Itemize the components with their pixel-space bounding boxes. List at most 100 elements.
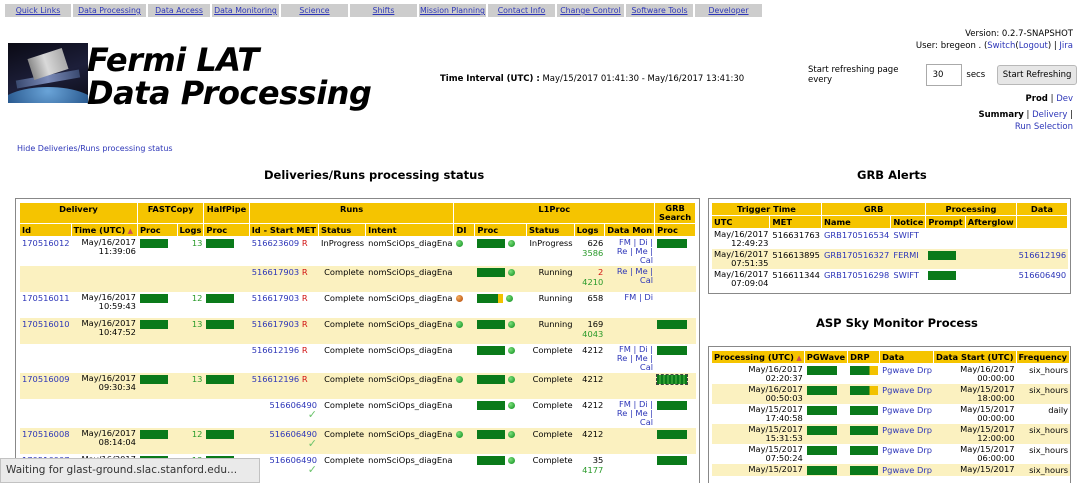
grb-data-link[interactable]	[1016, 229, 1069, 249]
delivery-id-link[interactable]: 170516012	[20, 237, 72, 266]
data-mon-links[interactable]	[605, 373, 656, 399]
delivery-time: May/16/2017 08:14:04	[71, 428, 138, 454]
grb-data-link[interactable]: 516612196	[1016, 249, 1069, 269]
delivery-id-link[interactable]	[20, 266, 72, 292]
fastcopy-logs-link[interactable]: 12	[177, 428, 205, 454]
column-header-row: Id Time (UTC) ▲ Proc Logs Proc Id - Start MET…	[20, 224, 696, 237]
fastcopy-logs-link[interactable]	[177, 266, 205, 292]
grb-search-cell	[655, 344, 696, 373]
grb-data-link[interactable]: 516606490	[1016, 269, 1069, 289]
nav-contact-info[interactable]: Contact Info	[488, 4, 557, 17]
fastcopy-logs-link[interactable]: 13	[177, 318, 205, 344]
asp-data-links[interactable]: Pgwave Drp	[880, 444, 935, 464]
run-id-link[interactable]: 516612196	[252, 345, 300, 355]
fastcopy-logs-link[interactable]	[177, 344, 205, 373]
asp-column-header: PGWave	[804, 351, 849, 364]
run-intent: nomSciOps_diagEna	[366, 237, 455, 266]
data-mon-links[interactable]: FM | Di | Re | Me | Cal	[605, 237, 656, 266]
fastcopy-logs-link[interactable]: 12	[177, 292, 205, 318]
l1proc-logs-link[interactable]: 4212	[577, 345, 603, 355]
l1proc-logs-total[interactable]: 4043	[577, 329, 603, 339]
view-run-selection-link[interactable]: Run Selection	[1015, 122, 1073, 132]
grb-row: May/16/2017 07:09:04 516611344 GRB17051629…	[712, 269, 1069, 289]
l1proc-logs-link[interactable]: 626	[577, 238, 603, 248]
start-refreshing-button[interactable]: Start Refreshing	[997, 65, 1077, 85]
nav-data-processing[interactable]: Data Processing	[73, 4, 148, 17]
asp-data-links[interactable]: Pgwave Drp	[880, 464, 935, 476]
nav-data-access[interactable]: Data Access	[148, 4, 212, 17]
grb-name-link[interactable]: GRB170516534	[821, 229, 892, 249]
l1proc-cell	[475, 266, 527, 292]
fastcopy-logs-link[interactable]: 13	[177, 373, 205, 399]
column-header: Intent	[366, 224, 455, 237]
data-mon-links[interactable]	[605, 454, 656, 480]
nav-data-monitoring[interactable]: Data Monitoring	[212, 4, 281, 17]
delivery-id-link[interactable]: 170516008	[20, 428, 72, 454]
delivery-id-link[interactable]: 170516011	[20, 292, 72, 318]
fastcopy-logs-link[interactable]	[177, 399, 205, 428]
asp-data-links[interactable]: Pgwave Drp	[880, 404, 935, 424]
delivery-id-link[interactable]	[20, 344, 72, 373]
nav-developer[interactable]: Developer	[695, 4, 764, 17]
data-mon-links[interactable]	[605, 318, 656, 344]
switch-link[interactable]: Switch	[987, 41, 1015, 51]
delivery-id-link[interactable]	[20, 399, 72, 428]
delivery-id-link[interactable]: 170516010	[20, 318, 72, 344]
data-mon-links[interactable]: FM | Di	[605, 292, 656, 318]
grb-name-link[interactable]: GRB170516298	[821, 269, 892, 289]
asp-drp-cell	[848, 404, 881, 424]
nav-change-control[interactable]: Change Control	[557, 4, 626, 17]
l1proc-logs-total[interactable]: 3586	[577, 248, 603, 258]
l1proc-logs-link[interactable]: 35	[577, 455, 604, 465]
table-row: 516606490 ✓ Complete nomSciOps_diagEna Comp…	[20, 399, 696, 428]
run-id-link[interactable]: 516612196	[252, 374, 300, 384]
fastcopy-logs-link[interactable]: 13	[177, 237, 205, 266]
run-status: Complete	[319, 266, 367, 292]
logout-link[interactable]: Logout	[1019, 41, 1048, 51]
refresh-interval-input[interactable]: 30	[925, 64, 963, 86]
nav-shifts[interactable]: Shifts	[350, 4, 419, 17]
l1proc-logs-link[interactable]: 4212	[577, 400, 603, 410]
l1proc-logs-link[interactable]: 2	[577, 267, 603, 277]
delivery-id-link[interactable]: 170516009	[20, 373, 72, 399]
view-delivery-link[interactable]: Delivery	[1032, 110, 1067, 120]
asp-data-links[interactable]: Pgwave Drp	[880, 384, 935, 404]
l1proc-logs-link[interactable]: 4212	[577, 374, 603, 384]
l1proc-logs-link[interactable]: 658	[577, 293, 603, 303]
di-status-icon	[456, 321, 464, 328]
l1proc-logs-total[interactable]: 4177	[577, 465, 603, 475]
run-id-link[interactable]: 516617903	[252, 293, 300, 303]
run-id-link[interactable]: 516617903	[252, 267, 300, 277]
asp-data-links[interactable]: Pgwave Drp	[880, 424, 935, 444]
l1proc-logs-total[interactable]: 4210	[577, 277, 603, 287]
nav-mission-planning[interactable]: Mission Planning	[419, 4, 488, 17]
grb-notice-link[interactable]: SWIFT	[891, 229, 927, 249]
l1proc-status: Complete	[526, 373, 575, 399]
browser-status-bar: Waiting for glast-ground.slac.stanford.e…	[0, 458, 260, 483]
run-id-link[interactable]: 516617903	[252, 319, 300, 329]
data-mon-links[interactable]: Re | Me | Cal	[605, 266, 656, 292]
di-cell	[454, 292, 476, 318]
run-id-link[interactable]: 516623609	[252, 238, 300, 248]
grb-notice-link[interactable]: FERMI	[891, 249, 927, 269]
data-mon-links[interactable]	[605, 428, 656, 454]
nav-quick-links[interactable]: Quick Links	[5, 4, 73, 17]
nav-software-tools[interactable]: Software Tools	[626, 4, 695, 17]
l1proc-progress-bar	[477, 268, 506, 277]
jira-link[interactable]: Jira	[1059, 41, 1073, 51]
l1proc-progress-bar	[477, 401, 506, 410]
grb-utc: May/16/2017 07:51:35	[712, 249, 771, 269]
data-mon-links[interactable]: FM | Di | Re | Me | Cal	[605, 344, 656, 373]
env-dev-link[interactable]: Dev	[1056, 94, 1073, 104]
l1proc-logs-link[interactable]: 169	[577, 319, 603, 329]
hide-deliveries-link[interactable]: Hide Deliveries/Runs processing status	[17, 144, 173, 153]
grb-header-trigger-time: Trigger Time	[712, 203, 822, 216]
l1proc-logs-link[interactable]: 4212	[577, 429, 603, 439]
data-mon-links[interactable]: FM | Di | Re | Me | Cal	[605, 399, 656, 428]
grb-notice-link[interactable]: SWIFT	[891, 269, 927, 289]
grb-name-link[interactable]: GRB170516327	[821, 249, 892, 269]
di-cell	[454, 237, 476, 266]
asp-data-links[interactable]: Pgwave Drp	[880, 364, 935, 384]
table-row: 170516011 May/16/2017 10:59:43 12 516617903…	[20, 292, 696, 318]
nav-science[interactable]: Science	[281, 4, 350, 17]
